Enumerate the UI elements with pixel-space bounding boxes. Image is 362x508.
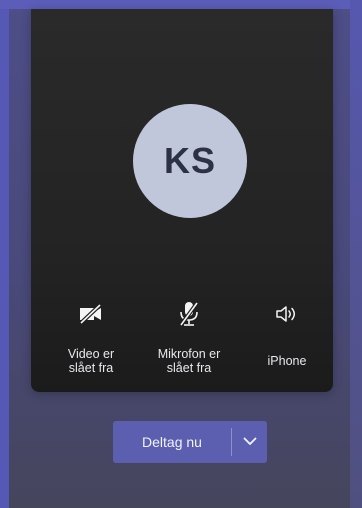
join-options-dropdown[interactable] xyxy=(232,421,267,463)
right-frame-edge xyxy=(350,0,362,508)
join-now-label: Deltag nu xyxy=(142,434,202,450)
top-frame-edge xyxy=(0,0,362,9)
video-toggle-button[interactable]: Video er slået fra xyxy=(43,299,139,375)
video-preview-card: KS Video er slået fra Mikrofon er slået xyxy=(31,9,333,392)
join-button-group: Deltag nu xyxy=(113,421,267,463)
speaker-select-button[interactable]: iPhone xyxy=(239,299,335,368)
mic-off-icon xyxy=(174,299,204,329)
mic-status-label: Mikrofon er slået fra xyxy=(157,347,221,375)
avatar: KS xyxy=(133,104,247,218)
join-now-button[interactable]: Deltag nu xyxy=(113,421,231,463)
speaker-icon xyxy=(272,299,302,329)
video-status-label: Video er slået fra xyxy=(67,347,115,375)
left-frame-edge xyxy=(0,0,9,508)
video-off-icon xyxy=(76,299,106,329)
chevron-down-icon xyxy=(243,433,257,451)
audio-device-label: iPhone xyxy=(267,354,307,368)
mic-toggle-button[interactable]: Mikrofon er slået fra xyxy=(141,299,237,375)
avatar-initials: KS xyxy=(163,140,216,181)
